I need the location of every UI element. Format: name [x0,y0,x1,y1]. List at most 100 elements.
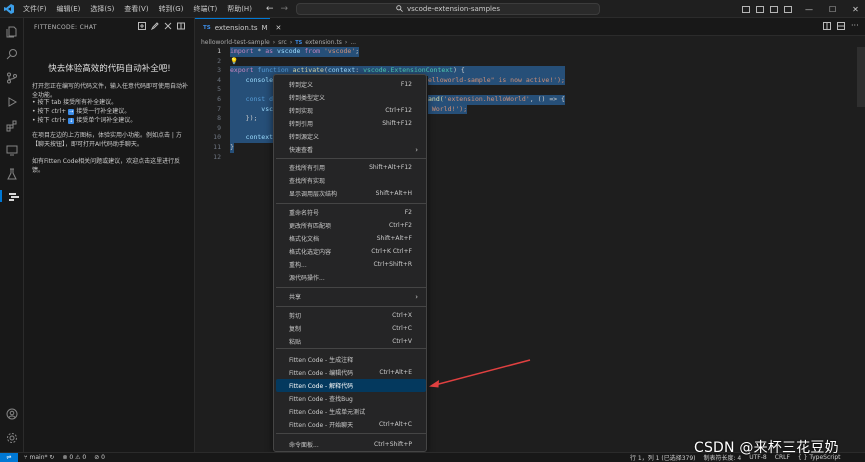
menu-help[interactable]: 帮助(H) [222,0,257,18]
fittencode-chat-icon[interactable] [0,190,24,202]
context-menu-shortcut: Ctrl+Shift+P [374,441,412,448]
context-menu-item[interactable]: 剪切 Ctrl+X [276,309,426,322]
breadcrumb-file[interactable]: extension.ts [305,39,342,46]
remote-indicator-icon[interactable]: ⇌ [0,452,18,462]
context-menu-item-label: 命令面板... [289,442,319,449]
nav-arrows: ← → [266,0,288,18]
command-center-search[interactable]: vscode-extension-samples [296,3,600,15]
context-menu-item[interactable]: 命令面板... Ctrl+Shift+P [276,438,426,451]
remote-explorer-icon[interactable] [6,144,18,156]
problems-indicator[interactable]: ⊗ 0 ⚠ 0 [62,454,86,461]
context-menu-item-label: 转到源定义 [289,134,320,141]
toggle-sidebar-icon[interactable] [742,5,750,13]
context-menu-item[interactable]: 共享 › [276,290,426,303]
tab-extension-ts[interactable]: TS extension.ts M ✕ [195,18,281,36]
context-menu-shortcut: Ctrl+Alt+C [378,421,412,428]
code-line-1: import * as vscode from 'vscode'; [230,47,360,57]
breadcrumb-symbol[interactable]: ... [350,39,356,46]
tools-icon[interactable] [164,22,172,30]
menu-bar: 文件(F) 编辑(E) 选择(S) 查看(V) 转到(G) 终端(T) 帮助(H… [18,0,257,18]
context-menu-item[interactable]: Fitten Code - 查找Bug [276,392,426,405]
code-line-12: } [230,143,234,153]
tip-tab: • 按下 tab 接受所有补全建议。 [32,99,118,106]
extensions-icon[interactable] [6,120,18,132]
explorer-icon[interactable] [6,26,18,38]
breadcrumb: helloworld-test-sample › src › TS extensio… [201,39,357,46]
forward-arrow-icon[interactable]: → [281,4,289,14]
context-menu-item[interactable]: Fitten Code - 编辑代码 Ctrl+Alt+E [276,366,426,379]
customize-layout-icon[interactable] [784,5,792,13]
line-number: 7 [217,104,221,113]
context-menu-item[interactable]: 格式化文档 Shift+Alt+F [276,232,426,245]
maximize-button[interactable]: ☐ [829,5,836,14]
context-menu-item[interactable]: 转到源定义 [276,130,426,143]
more-editor-actions-icon[interactable]: ··· [851,22,859,32]
context-menu-item[interactable]: Fitten Code - 生成单元测试 [276,405,426,418]
code-line-5-left: console [230,75,275,86]
code-line-5-right: elloworld-sample" is now active!'); [428,75,565,86]
toggle-panel-icon[interactable] [756,5,764,13]
account-icon[interactable] [6,408,18,420]
context-menu-item[interactable]: 显示调用层次结构 Shift+Alt+H [276,187,426,200]
close-window-button[interactable]: ✕ [852,5,859,14]
minimap[interactable] [857,47,865,107]
menu-view[interactable]: 查看(V) [119,0,153,18]
context-menu-shortcut: Ctrl+K Ctrl+F [371,248,412,255]
feedback-text[interactable]: 如有Fitten Code相关问题或建议，欢迎点击这里进行反馈。 [32,157,192,175]
context-menu-item[interactable]: 复制 Ctrl+C [276,322,426,335]
context-menu-item[interactable]: 查找所有引用 Shift+Alt+F12 [276,161,426,174]
lightbulb-icon[interactable]: 💡 [230,57,238,67]
new-chat-icon[interactable] [138,22,146,30]
search-view-icon[interactable] [6,48,18,60]
menu-edit[interactable]: 编辑(E) [52,0,86,18]
open-changes-icon[interactable] [837,22,845,32]
context-menu-item[interactable]: Fitten Code - 解释代码 [276,379,426,392]
context-menu-item-label: 复制 [289,326,302,333]
layout-controls [742,0,792,18]
context-menu-item[interactable]: 查找所有实现 [276,174,426,187]
window-controls: — ☐ ✕ [805,0,859,18]
context-menu-item[interactable]: 格式化选定内容 Ctrl+K Ctrl+F [276,245,426,258]
context-menu-item-label: 查找所有实现 [289,178,326,185]
breadcrumb-folder[interactable]: helloworld-test-sample [201,39,270,46]
tip-word: • 按下 ctrl+ ↓ 接受单个词补全建议。 [32,117,137,124]
context-menu-item[interactable]: 转到引用 Shift+F12 [276,117,426,130]
testing-icon[interactable] [6,168,18,180]
cursor-position[interactable]: 行 1，列 1 (已选择379) [630,453,696,462]
context-menu-item-label: Fitten Code - 解释代码 [289,383,354,390]
settings-gear-icon[interactable] [6,432,18,444]
menu-file[interactable]: 文件(F) [18,0,52,18]
menu-go[interactable]: 转到(G) [154,0,189,18]
branch-indicator[interactable]: ⑂ main* ↻ [24,454,54,461]
source-control-icon[interactable] [6,72,18,84]
menu-terminal[interactable]: 终端(T) [188,0,222,18]
line-number: 12 [213,152,221,161]
context-menu-item[interactable]: 转到定义 F12 [276,78,426,91]
search-text: vscode-extension-samples [407,5,500,13]
ports-indicator[interactable]: ⊘ 0 [94,454,105,461]
back-arrow-icon[interactable]: ← [266,4,274,14]
context-menu-item[interactable]: Fitten Code - 生成注释 [276,353,426,366]
close-tab-icon[interactable]: ✕ [276,24,282,32]
menu-selection[interactable]: 选择(S) [85,0,119,18]
code-line-6 [230,85,275,95]
minimize-button[interactable]: — [805,5,813,14]
context-menu-item[interactable]: 源代码操作... [276,271,426,284]
toggle-secondary-sidebar-icon[interactable] [770,5,778,13]
edit-icon[interactable] [150,22,159,31]
context-menu-item[interactable]: 重构... Ctrl+Shift+R [276,258,426,271]
more-actions-icon[interactable] [177,22,185,30]
context-menu-item[interactable]: 更改所有匹配项 Ctrl+F2 [276,219,426,232]
welcome-title: 快去体验高效的代码自动补全吧! [48,64,171,74]
context-menu-separator [276,287,426,288]
context-menu-item[interactable]: Fitten Code - 开始聊天 Ctrl+Alt+C [276,418,426,431]
context-menu-item[interactable]: 快速查看 › [276,143,426,156]
context-menu-item[interactable]: 转到实现 Ctrl+F12 [276,104,426,117]
breadcrumb-src[interactable]: src [278,39,287,46]
context-menu-item[interactable]: 粘贴 Ctrl+V [276,335,426,348]
context-menu-item[interactable]: 重命名符号 F2 [276,206,426,219]
context-menu-separator [276,348,426,349]
context-menu-item[interactable]: 转到类型定义 [276,91,426,104]
split-editor-icon[interactable] [823,22,831,32]
run-debug-icon[interactable] [6,96,18,108]
